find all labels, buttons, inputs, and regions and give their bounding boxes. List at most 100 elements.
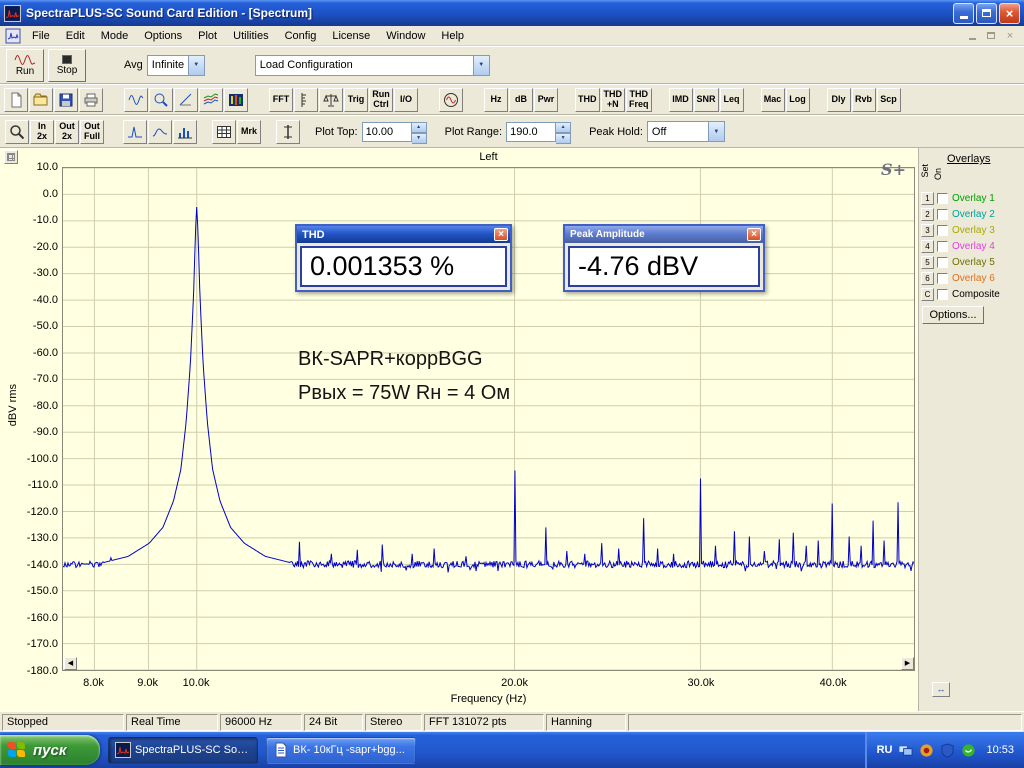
menu-help[interactable]: Help (433, 28, 472, 44)
menu-plot[interactable]: Plot (190, 28, 225, 44)
signal-generator-button[interactable] (439, 88, 463, 112)
rvb-button[interactable]: Rvb (852, 88, 876, 112)
new-file-button[interactable] (4, 88, 28, 112)
thd-meter-window[interactable]: THD × 0.001353 % (295, 224, 512, 292)
menu-file[interactable]: File (24, 28, 58, 44)
overlay-set-button-2[interactable]: 2 (921, 208, 934, 221)
overlay-checkbox-4[interactable] (937, 241, 948, 252)
mac-button[interactable]: Mac (761, 88, 785, 112)
plot-range-spinner[interactable]: ▲▼ (506, 122, 571, 142)
i-o-button[interactable]: I/O (394, 88, 418, 112)
peak-hold-dropdown[interactable]: Off ▼ (647, 121, 725, 142)
line-plot-button[interactable] (148, 120, 172, 144)
overlay-checkbox-3[interactable] (937, 225, 948, 236)
menu-config[interactable]: Config (277, 28, 325, 44)
x-axis-scroll-right-button[interactable]: ▶ (901, 657, 914, 670)
thd-n-button[interactable]: THD +N (601, 88, 626, 112)
overlay-checkbox-c[interactable] (937, 289, 948, 300)
phase-button[interactable] (174, 88, 198, 112)
overlay-set-button-c[interactable]: C (921, 288, 934, 301)
scaling-button[interactable] (294, 88, 318, 112)
hz-button[interactable]: Hz (484, 88, 508, 112)
restore-button[interactable] (976, 3, 997, 24)
overlay-checkbox-5[interactable] (937, 257, 948, 268)
pwr-button[interactable]: Pwr (534, 88, 558, 112)
mrk-button[interactable]: Mrk (237, 120, 261, 144)
overlays-options-button[interactable]: Options... (922, 306, 984, 324)
menu-options[interactable]: Options (136, 28, 190, 44)
start-button[interactable]: пуск (0, 735, 100, 765)
tray-security-icon[interactable] (940, 743, 955, 758)
load-configuration-dropdown[interactable]: Load Configuration ▼ (255, 55, 490, 76)
out-full-button[interactable]: Out Full (80, 120, 104, 144)
menu-edit[interactable]: Edit (58, 28, 93, 44)
spectrogram-button[interactable] (224, 88, 248, 112)
tray-network-icon[interactable] (898, 743, 913, 758)
run-ctrl-button[interactable]: Run Ctrl (369, 88, 393, 112)
data-table-button[interactable] (212, 120, 236, 144)
chevron-up-icon[interactable]: ▲ (556, 122, 571, 133)
overlay-set-button-4[interactable]: 4 (921, 240, 934, 253)
out-2x-button[interactable]: Out 2x (55, 120, 79, 144)
view-menu-button[interactable] (4, 150, 18, 164)
tray-messenger-icon[interactable] (961, 743, 976, 758)
trig-button[interactable]: Trig (344, 88, 368, 112)
minimize-button[interactable] (953, 3, 974, 24)
save-button[interactable] (54, 88, 78, 112)
plot-range-spin-arrows[interactable]: ▲▼ (556, 122, 571, 142)
weighting-button[interactable] (319, 88, 343, 112)
run-button[interactable]: Run (6, 49, 44, 82)
overlay-checkbox-6[interactable] (937, 273, 948, 284)
snr-button[interactable]: SNR (694, 88, 719, 112)
chevron-down-icon[interactable]: ▼ (556, 133, 571, 144)
imd-button[interactable]: IMD (669, 88, 693, 112)
time-series-button[interactable] (124, 88, 148, 112)
taskbar-task-1[interactable]: SpectraPLUS-SC Sou... (108, 737, 258, 764)
overlay-set-button-3[interactable]: 3 (921, 224, 934, 237)
avg-dropdown[interactable]: Infinite ▼ (147, 55, 205, 76)
plot-top-spinner[interactable]: ▲▼ (362, 122, 427, 142)
log-button[interactable]: Log (786, 88, 810, 112)
thd-freq-button[interactable]: THD Freq (626, 88, 652, 112)
plot-range-input[interactable] (506, 122, 556, 142)
chevron-down-icon[interactable]: ▼ (412, 133, 427, 144)
in-2x-button[interactable]: In 2x (30, 120, 54, 144)
spectrum-zoom-button[interactable] (149, 88, 173, 112)
stop-button[interactable]: Stop (48, 49, 86, 82)
bar-plot-button[interactable] (173, 120, 197, 144)
chevron-up-icon[interactable]: ▲ (412, 122, 427, 133)
overlay-set-button-5[interactable]: 5 (921, 256, 934, 269)
child-restore-button[interactable] (983, 29, 999, 43)
child-close-button[interactable]: × (1002, 29, 1018, 43)
language-indicator[interactable]: RU (877, 744, 893, 756)
overlay-checkbox-2[interactable] (937, 209, 948, 220)
tray-antivirus-icon[interactable] (919, 743, 934, 758)
scp-button[interactable]: Scp (877, 88, 901, 112)
thd-button[interactable]: THD (575, 88, 600, 112)
menu-utilities[interactable]: Utilities (225, 28, 276, 44)
overlay-checkbox-1[interactable] (937, 193, 948, 204)
plot-top-input[interactable] (362, 122, 412, 142)
thd-meter-titlebar[interactable]: THD × (297, 226, 510, 243)
dly-button[interactable]: Dly (827, 88, 851, 112)
open-folder-button[interactable] (29, 88, 53, 112)
close-button[interactable]: × (999, 3, 1020, 24)
db-button[interactable]: dB (509, 88, 533, 112)
peak-meter-close-icon[interactable]: × (747, 228, 761, 241)
overlay-set-button-6[interactable]: 6 (921, 272, 934, 285)
overlay-set-button-1[interactable]: 1 (921, 192, 934, 205)
surface-button[interactable] (199, 88, 223, 112)
leq-button[interactable]: Leq (720, 88, 744, 112)
child-minimize-button[interactable] (964, 29, 980, 43)
axis-options-button[interactable]: ↔ (932, 682, 950, 697)
print-button[interactable] (79, 88, 103, 112)
peak-meter-titlebar[interactable]: Peak Amplitude × (565, 226, 763, 243)
x-axis-scroll-left-button[interactable]: ◀ (64, 657, 77, 670)
fft-button[interactable]: FFT (269, 88, 293, 112)
thd-meter-close-icon[interactable]: × (494, 228, 508, 241)
peak-amplitude-meter-window[interactable]: Peak Amplitude × -4.76 dBV (563, 224, 765, 292)
plot-top-spin-arrows[interactable]: ▲▼ (412, 122, 427, 142)
menu-license[interactable]: License (324, 28, 378, 44)
zoom-tool-button[interactable] (5, 120, 29, 144)
menu-mode[interactable]: Mode (93, 28, 137, 44)
